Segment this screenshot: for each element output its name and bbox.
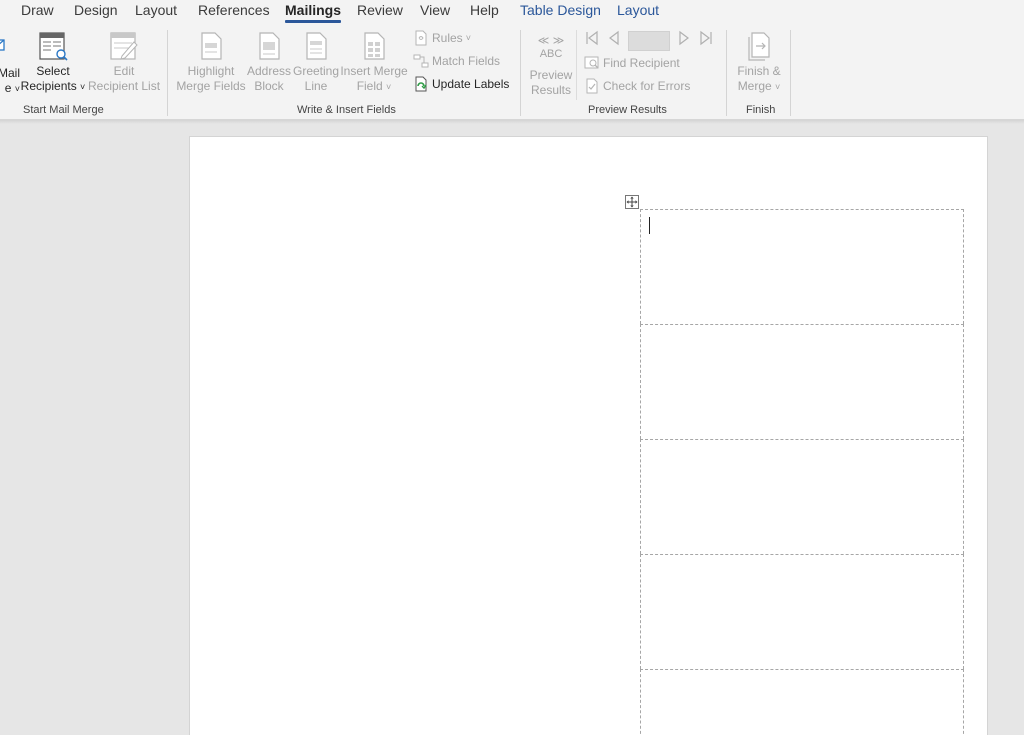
insert-merge-field-button[interactable]: Insert Merge Field ˅ [340,30,408,95]
tab-table-design[interactable]: Table Design [520,2,601,18]
start-mail-merge-button[interactable]: Mail e ˅ [0,32,20,97]
tab-help[interactable]: Help [470,2,499,18]
tab-review[interactable]: Review [357,2,403,18]
greeting-line-icon [306,32,327,60]
preview-arrows-icon: ≪ ≫ [538,34,565,46]
group-separator [520,30,521,116]
label-cell[interactable] [640,554,964,669]
select-recipients-icon [39,32,68,61]
group-label-write-insert: Write & Insert Fields [297,104,396,116]
match-fields-button[interactable]: Match Fields [413,53,500,69]
greeting-line-button[interactable]: Greeting Line [292,30,340,94]
chevron-down-icon: ˅ [775,82,781,92]
chevron-down-icon: ˅ [465,33,471,43]
ribbon-tab-bar: Draw Design Layout References Mailings R… [0,0,1024,26]
record-navigation [584,30,714,51]
update-labels-icon [415,76,427,92]
find-recipient-icon [584,56,599,69]
group-label-start-mail-merge: Start Mail Merge [23,104,104,116]
label-cell[interactable] [640,209,964,324]
label-table [640,209,964,735]
abc-preview-label: ABC [539,48,563,60]
highlight-fields-icon [201,32,222,60]
ribbon-shadow [0,120,1024,124]
table-move-handle-icon[interactable] [625,195,639,209]
group-separator [167,30,168,116]
group-label-preview-results: Preview Results [588,104,667,116]
finish-merge-icon [748,32,770,61]
edit-recipient-list-button[interactable]: Edit Recipient List [88,30,160,94]
last-record-icon[interactable] [698,30,714,51]
rules-icon [415,30,427,46]
insert-merge-field-icon [364,32,385,60]
ribbon: Mail e ˅ Select Recipients ˅ Edit Recipi… [0,26,1024,120]
address-block-icon [259,32,280,60]
mail-merge-icon [0,39,5,51]
highlight-merge-fields-button[interactable]: Highlight Merge Fields [176,30,246,94]
group-label-finish: Finish [746,104,776,116]
previous-record-icon[interactable] [606,30,622,51]
tab-layout[interactable]: Layout [135,2,177,18]
edit-list-icon [110,32,138,60]
preview-divider [576,30,577,100]
find-recipient-button[interactable]: Find Recipient [584,55,680,71]
label-cell[interactable] [640,439,964,554]
rules-button[interactable]: Rules ˅ [413,30,471,46]
label-cell[interactable] [640,669,964,735]
tab-table-layout[interactable]: Layout [617,2,659,18]
update-labels-button[interactable]: Update Labels [413,76,509,92]
first-record-icon[interactable] [584,30,600,51]
match-fields-icon [413,54,429,68]
group-separator [790,30,791,116]
text-cursor [649,217,650,234]
check-for-errors-button[interactable]: Check for Errors [584,78,690,94]
tab-references[interactable]: References [198,2,270,18]
finish-merge-button[interactable]: Finish & Merge ˅ [733,30,785,95]
record-number-input[interactable] [628,30,670,51]
preview-results-button[interactable]: ≪ ≫ ABC Preview Results [526,32,576,98]
next-record-icon[interactable] [676,30,692,51]
tab-view[interactable]: View [420,2,450,18]
select-recipients-button[interactable]: Select Recipients ˅ [19,30,87,95]
chevron-down-icon: ˅ [386,82,392,92]
check-errors-icon [586,78,598,94]
chevron-down-icon: ˅ [80,82,86,92]
tab-draw[interactable]: Draw [21,2,54,18]
address-block-button[interactable]: Address Block [245,30,293,94]
group-separator [726,30,727,116]
tab-mailings[interactable]: Mailings [285,2,342,23]
label-cell[interactable] [640,324,964,439]
svg-text:≪ ≫: ≪ ≫ [538,34,565,46]
tab-design[interactable]: Design [74,2,118,18]
